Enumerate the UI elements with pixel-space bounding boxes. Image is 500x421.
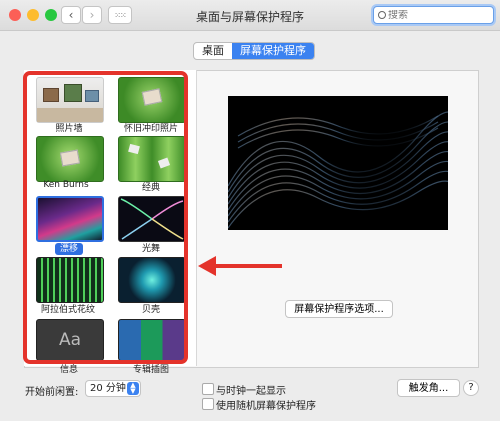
screensaver-options-button[interactable]: 屏幕保护程序选项...	[285, 300, 393, 318]
title-bar: ‹ › ⁙⁙ 桌面与屏幕保护程序	[0, 0, 500, 31]
screensaver-label: 照片墙	[55, 124, 83, 134]
show-with-clock-checkbox[interactable]	[202, 383, 214, 395]
random-screensaver-label: 使用随机屏幕保护程序	[216, 401, 316, 412]
help-button[interactable]: ?	[463, 380, 479, 396]
screensaver-preview	[228, 96, 448, 230]
show-with-clock-label: 与时钟一起显示	[216, 386, 286, 397]
screensaver-label: 阿拉伯式花纹	[40, 305, 95, 315]
tab-bar: 桌面 屏幕保护程序	[193, 42, 315, 60]
screensaver-thumb-message[interactable]: Aa	[36, 319, 104, 361]
tab-desktop[interactable]: 桌面	[194, 43, 232, 59]
start-after-select[interactable]: 20 分钟 ▲ ▼	[85, 380, 141, 397]
screensaver-label: 专辑插图	[132, 365, 169, 375]
screensaver-label: 信息	[59, 365, 78, 375]
hot-corners-button[interactable]: 触发角...	[397, 379, 460, 397]
screensaver-label: 怀旧冲印照片	[123, 124, 178, 134]
screensaver-thumb-ken-burns[interactable]	[36, 136, 104, 182]
screensaver-thumb-photo-wall[interactable]	[36, 77, 104, 123]
screensaver-label: Ken Burns	[43, 180, 89, 190]
search-input[interactable]	[386, 9, 478, 21]
screensaver-thumb-classic[interactable]	[118, 136, 186, 182]
screensaver-thumb-vintage-prints[interactable]	[118, 77, 186, 123]
updown-chevron-icon: ▲ ▼	[127, 382, 139, 395]
screensaver-thumb-album-art[interactable]	[118, 319, 186, 361]
random-screensaver-checkbox[interactable]	[202, 398, 214, 410]
start-after-label: 开始前闲置:	[25, 387, 79, 398]
screensaver-thumb-arabesque[interactable]	[36, 257, 104, 303]
screensaver-label: 光舞	[141, 244, 160, 254]
screensaver-thumb-flurry[interactable]	[118, 196, 186, 242]
screensaver-label-selected: 漂移	[24, 241, 114, 255]
tab-screensaver[interactable]: 屏幕保护程序	[232, 43, 314, 59]
screensaver-thumb-drift[interactable]	[36, 196, 104, 242]
annotation-arrow-icon	[198, 256, 282, 276]
search-icon	[378, 11, 386, 19]
start-after-value: 20 分钟	[90, 383, 126, 394]
screensaver-thumb-shell[interactable]	[118, 257, 186, 303]
message-preview-text: Aa	[58, 330, 82, 350]
search-field[interactable]	[373, 6, 494, 24]
screensaver-label: 经典	[141, 183, 160, 193]
screensaver-label: 贝壳	[141, 305, 160, 315]
